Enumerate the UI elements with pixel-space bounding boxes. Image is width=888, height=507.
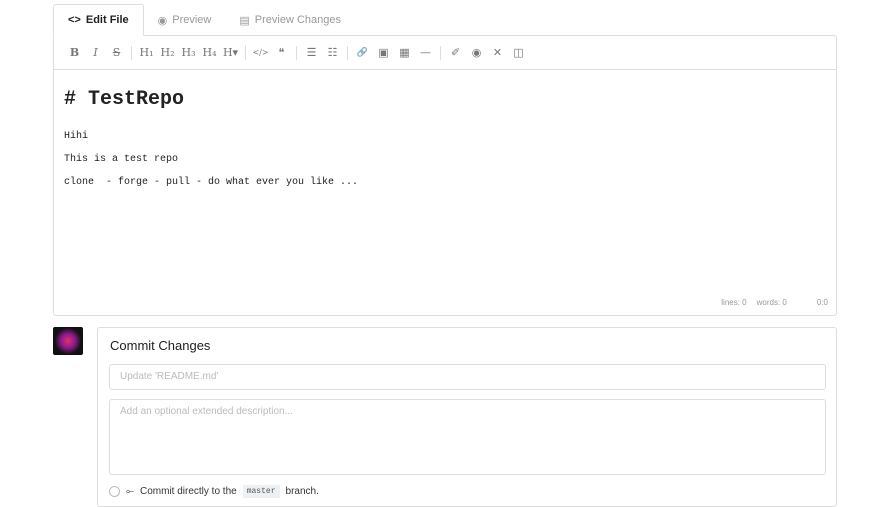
avatar <box>53 327 83 355</box>
preview-button[interactable]: ◉ <box>466 46 487 59</box>
editor-line: clone - forge - pull - do what ever you … <box>64 177 359 188</box>
image-button[interactable]: ▣ <box>373 46 394 59</box>
bullet-list-button[interactable]: ☰ <box>301 46 322 59</box>
commit-description-input[interactable]: Add an optional extended description... <box>109 399 826 475</box>
heading-more-button[interactable]: H▾ <box>220 46 241 59</box>
radio-button[interactable] <box>109 486 120 497</box>
diff-icon: ▤ <box>239 14 250 27</box>
git-commit-icon: ⟜ <box>126 486 134 497</box>
divider <box>131 45 132 60</box>
divider <box>296 45 297 60</box>
italic-button[interactable]: I <box>85 46 106 59</box>
commit-form: Commit Changes Update 'README.md' Add an… <box>97 327 837 507</box>
editor-tabs: <> Edit File ◉ Preview ▤ Preview Changes <box>53 4 355 36</box>
branch-name: master <box>242 485 280 498</box>
divider <box>347 45 348 60</box>
line-count: lines: 0 <box>721 298 747 307</box>
editor-content[interactable]: # TestRepo Hihi This is a test repo clon… <box>54 70 836 214</box>
markdown-editor: B I S H₁ H₂ H₃ H₄ H▾ </> ❝ ☰ ☷ 🔗 ▣ ▦ — ✐… <box>53 35 837 316</box>
commit-direct-option[interactable]: ⟜ Commit directly to the master branch. <box>109 485 319 498</box>
commit-summary-input[interactable]: Update 'README.md' <box>109 364 826 390</box>
tab-preview-changes[interactable]: ▤ Preview Changes <box>225 4 355 36</box>
quote-button[interactable]: ❝ <box>271 46 292 59</box>
heading-3-button[interactable]: H₃ <box>178 46 199 59</box>
side-by-side-button[interactable]: ◫ <box>508 46 529 59</box>
tab-preview[interactable]: ◉ Preview <box>144 4 226 36</box>
divider <box>440 45 441 60</box>
eye-icon: ◉ <box>157 14 168 27</box>
code-button[interactable]: </> <box>250 48 271 57</box>
editor-toolbar: B I S H₁ H₂ H₃ H₄ H▾ </> ❝ ☰ ☷ 🔗 ▣ ▦ — ✐… <box>54 36 836 70</box>
heading-2-button[interactable]: H₂ <box>157 46 178 59</box>
table-button[interactable]: ▦ <box>394 46 415 59</box>
code-icon: <> <box>68 14 81 26</box>
commit-title: Commit Changes <box>110 338 211 353</box>
editor-line: This is a test repo <box>64 154 179 165</box>
editor-statusbar: lines: 0 words: 0 0:0 <box>721 298 828 307</box>
bold-button[interactable]: B <box>64 46 85 59</box>
heading-4-button[interactable]: H₄ <box>199 46 220 59</box>
heading-1-button[interactable]: H₁ <box>136 46 157 59</box>
strikethrough-button[interactable]: S <box>106 46 127 59</box>
word-count: words: 0 <box>756 298 787 307</box>
eraser-button[interactable]: ✐ <box>445 46 466 59</box>
markdown-heading: # TestRepo <box>64 88 185 111</box>
fullscreen-button[interactable]: ✕ <box>487 46 508 59</box>
horizontal-rule-button[interactable]: — <box>415 46 436 59</box>
numbered-list-button[interactable]: ☷ <box>322 46 343 59</box>
divider <box>245 45 246 60</box>
link-button[interactable]: 🔗 <box>352 48 373 58</box>
tab-edit-file[interactable]: <> Edit File <box>53 4 144 36</box>
cursor-position: 0:0 <box>816 298 828 307</box>
editor-line: Hihi <box>64 131 89 142</box>
